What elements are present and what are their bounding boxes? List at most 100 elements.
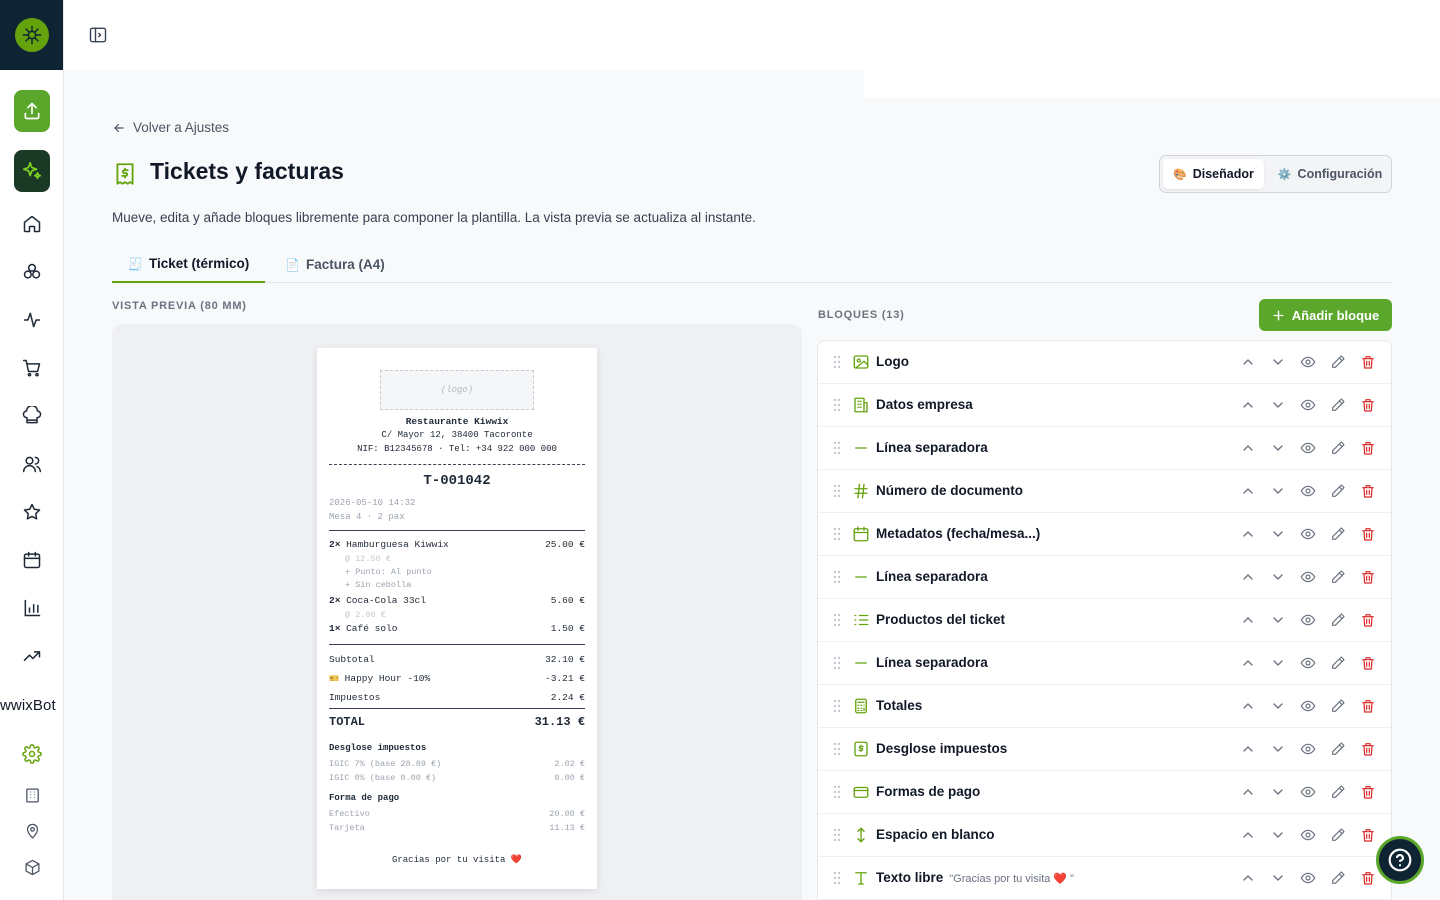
- add-block-button[interactable]: Añadir bloque: [1259, 299, 1392, 331]
- edit-block-button[interactable]: [1330, 612, 1346, 628]
- sidebar-item-home[interactable]: [20, 212, 44, 236]
- delete-block-button[interactable]: [1360, 784, 1376, 800]
- toggle-visibility-button[interactable]: [1300, 440, 1316, 456]
- toggle-visibility-button[interactable]: [1300, 870, 1316, 886]
- sidebar-item-settings[interactable]: [20, 742, 44, 766]
- delete-block-button[interactable]: [1360, 440, 1376, 456]
- toggle-visibility-button[interactable]: [1300, 354, 1316, 370]
- move-up-button[interactable]: [1240, 870, 1256, 886]
- block-row[interactable]: Línea separadora: [818, 556, 1391, 599]
- move-up-button[interactable]: [1240, 655, 1256, 671]
- toggle-visibility-button[interactable]: [1300, 655, 1316, 671]
- block-row[interactable]: Número de documento: [818, 470, 1391, 513]
- move-down-button[interactable]: [1270, 827, 1286, 843]
- edit-block-button[interactable]: [1330, 569, 1346, 585]
- edit-block-button[interactable]: [1330, 440, 1346, 456]
- delete-block-button[interactable]: [1360, 655, 1376, 671]
- block-row[interactable]: Línea separadora: [818, 427, 1391, 470]
- move-down-button[interactable]: [1270, 698, 1286, 714]
- sidebar-item-bot[interactable]: wwixBot: [0, 697, 56, 714]
- block-row[interactable]: Datos empresa: [818, 384, 1391, 427]
- block-row[interactable]: Productos del ticket: [818, 599, 1391, 642]
- delete-block-button[interactable]: [1360, 870, 1376, 886]
- edit-block-button[interactable]: [1330, 354, 1346, 370]
- block-row[interactable]: Línea separadora: [818, 642, 1391, 685]
- edit-block-button[interactable]: [1330, 784, 1346, 800]
- delete-block-button[interactable]: [1360, 741, 1376, 757]
- toggle-visibility-button[interactable]: [1300, 784, 1316, 800]
- brand-logo[interactable]: [0, 0, 63, 70]
- drag-handle-icon[interactable]: [832, 699, 842, 713]
- sidebar-item-kitchen[interactable]: [20, 404, 44, 428]
- move-down-button[interactable]: [1270, 440, 1286, 456]
- toggle-visibility-button[interactable]: [1300, 698, 1316, 714]
- move-up-button[interactable]: [1240, 483, 1256, 499]
- move-down-button[interactable]: [1270, 870, 1286, 886]
- drag-handle-icon[interactable]: [832, 656, 842, 670]
- move-down-button[interactable]: [1270, 655, 1286, 671]
- move-down-button[interactable]: [1270, 612, 1286, 628]
- edit-block-button[interactable]: [1330, 827, 1346, 843]
- move-up-button[interactable]: [1240, 827, 1256, 843]
- move-up-button[interactable]: [1240, 741, 1256, 757]
- drag-handle-icon[interactable]: [832, 355, 842, 369]
- block-row[interactable]: Formas de pago: [818, 771, 1391, 814]
- toggle-visibility-button[interactable]: [1300, 569, 1316, 585]
- sidebar-item-activity[interactable]: [20, 308, 44, 332]
- move-up-button[interactable]: [1240, 698, 1256, 714]
- edit-block-button[interactable]: [1330, 698, 1346, 714]
- move-up-button[interactable]: [1240, 440, 1256, 456]
- move-down-button[interactable]: [1270, 784, 1286, 800]
- move-up-button[interactable]: [1240, 354, 1256, 370]
- edit-block-button[interactable]: [1330, 397, 1346, 413]
- drag-handle-icon[interactable]: [832, 742, 842, 756]
- sidebar-item-trends[interactable]: [20, 644, 44, 668]
- toggle-visibility-button[interactable]: [1300, 483, 1316, 499]
- sidebar-item-inventory[interactable]: [22, 857, 42, 877]
- block-row[interactable]: Texto libre "Gracias por tu visita ❤️ ": [818, 857, 1391, 900]
- edit-block-button[interactable]: [1330, 655, 1346, 671]
- delete-block-button[interactable]: [1360, 612, 1376, 628]
- move-up-button[interactable]: [1240, 784, 1256, 800]
- help-button[interactable]: [1376, 836, 1424, 884]
- drag-handle-icon[interactable]: [832, 527, 842, 541]
- block-row[interactable]: Logo: [818, 341, 1391, 384]
- sidebar-item-products[interactable]: [20, 260, 44, 284]
- block-row[interactable]: Desglose impuestos: [818, 728, 1391, 771]
- block-row[interactable]: Espacio en blanco: [818, 814, 1391, 857]
- sidebar-item-calendar[interactable]: [20, 548, 44, 572]
- move-down-button[interactable]: [1270, 526, 1286, 542]
- drag-handle-icon[interactable]: [832, 828, 842, 842]
- move-down-button[interactable]: [1270, 741, 1286, 757]
- tab-ticket[interactable]: 🧾 Ticket (térmico): [112, 246, 266, 283]
- drag-handle-icon[interactable]: [832, 570, 842, 584]
- delete-block-button[interactable]: [1360, 569, 1376, 585]
- move-up-button[interactable]: [1240, 397, 1256, 413]
- delete-block-button[interactable]: [1360, 698, 1376, 714]
- designer-mode-button[interactable]: 🎨 Diseñador: [1163, 159, 1264, 189]
- move-down-button[interactable]: [1270, 354, 1286, 370]
- drag-handle-icon[interactable]: [832, 613, 842, 627]
- toggle-visibility-button[interactable]: [1300, 827, 1316, 843]
- toggle-visibility-button[interactable]: [1300, 612, 1316, 628]
- toggle-visibility-button[interactable]: [1300, 397, 1316, 413]
- tab-invoice[interactable]: 📄 Factura (A4): [269, 246, 401, 283]
- drag-handle-icon[interactable]: [832, 785, 842, 799]
- drag-handle-icon[interactable]: [832, 484, 842, 498]
- edit-block-button[interactable]: [1330, 483, 1346, 499]
- move-down-button[interactable]: [1270, 397, 1286, 413]
- sidebar-item-customers[interactable]: [20, 452, 44, 476]
- config-mode-button[interactable]: ⚙️ Configuración: [1268, 159, 1392, 189]
- toggle-visibility-button[interactable]: [1300, 741, 1316, 757]
- move-down-button[interactable]: [1270, 569, 1286, 585]
- ai-assistant-button[interactable]: [14, 150, 50, 192]
- back-to-settings-link[interactable]: Volver a Ajustes: [112, 120, 229, 135]
- block-row[interactable]: Metadatos (fecha/mesa...): [818, 513, 1391, 556]
- delete-block-button[interactable]: [1360, 827, 1376, 843]
- drag-handle-icon[interactable]: [832, 398, 842, 412]
- move-up-button[interactable]: [1240, 569, 1256, 585]
- delete-block-button[interactable]: [1360, 397, 1376, 413]
- edit-block-button[interactable]: [1330, 870, 1346, 886]
- sidebar-item-reports[interactable]: [20, 596, 44, 620]
- move-up-button[interactable]: [1240, 526, 1256, 542]
